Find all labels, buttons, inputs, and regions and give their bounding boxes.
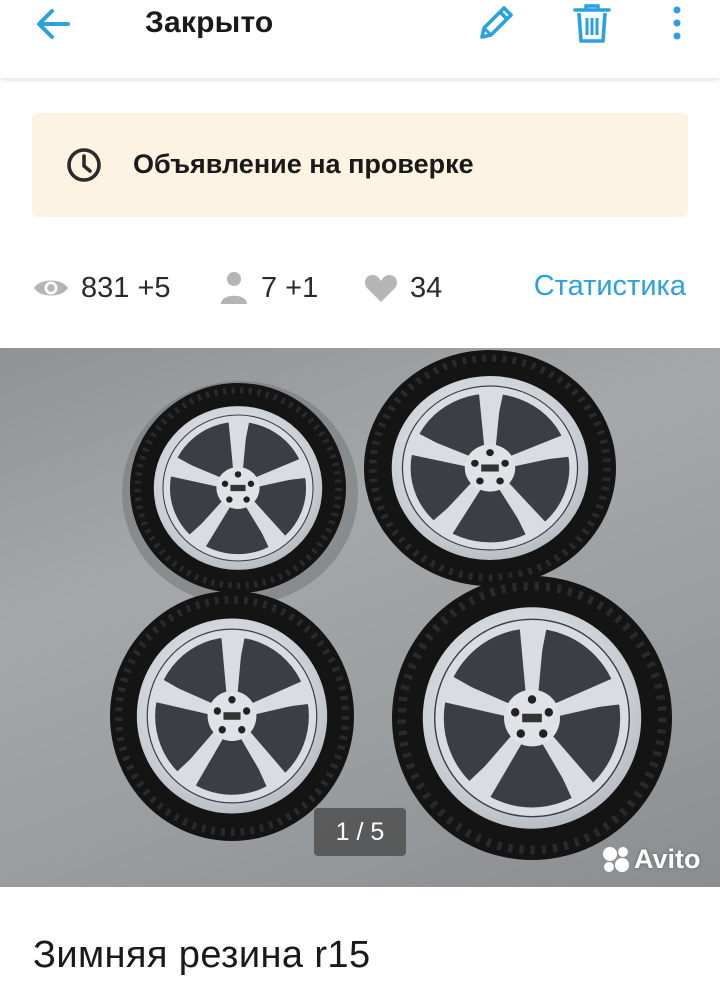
trash-icon [573, 4, 611, 43]
listing-photo [0, 348, 720, 887]
person-icon [221, 272, 247, 304]
statistics-link[interactable]: Статистика [534, 270, 686, 303]
moderation-notice: Объявление на проверке [32, 113, 688, 217]
heart-icon [365, 275, 397, 302]
clock-icon [67, 148, 101, 182]
pencil-icon [480, 6, 513, 39]
contacts-count: 7 +1 [261, 271, 319, 304]
page-title: Закрыто [145, 6, 274, 39]
watermark-text: Avito [634, 843, 701, 874]
views-count: 831 +5 [81, 271, 171, 304]
more-vertical-icon [673, 6, 681, 40]
eye-icon [34, 280, 68, 296]
stats-row: 831 +5 7 +1 34 Статистика [0, 262, 720, 314]
delete-button[interactable] [568, 0, 616, 46]
arrow-left-icon [37, 9, 70, 39]
contacts-stat: 7 +1 [219, 262, 318, 314]
favorites-stat: 34 [364, 262, 442, 314]
photo-counter: 1 / 5 [314, 808, 406, 856]
avito-logo-icon [603, 847, 629, 872]
avito-watermark: Avito [600, 842, 701, 876]
moderation-text: Объявление на проверке [133, 149, 474, 179]
edit-button[interactable] [472, 0, 520, 46]
more-options-button[interactable] [660, 0, 694, 46]
favorites-count: 34 [410, 271, 443, 304]
back-button[interactable] [30, 4, 78, 44]
top-bar: Закрыто [0, 0, 720, 78]
listing-title: Зимняя резина r15 [33, 934, 371, 976]
photo-gallery[interactable] [0, 348, 720, 887]
views-stat: 831 +5 [33, 262, 171, 314]
